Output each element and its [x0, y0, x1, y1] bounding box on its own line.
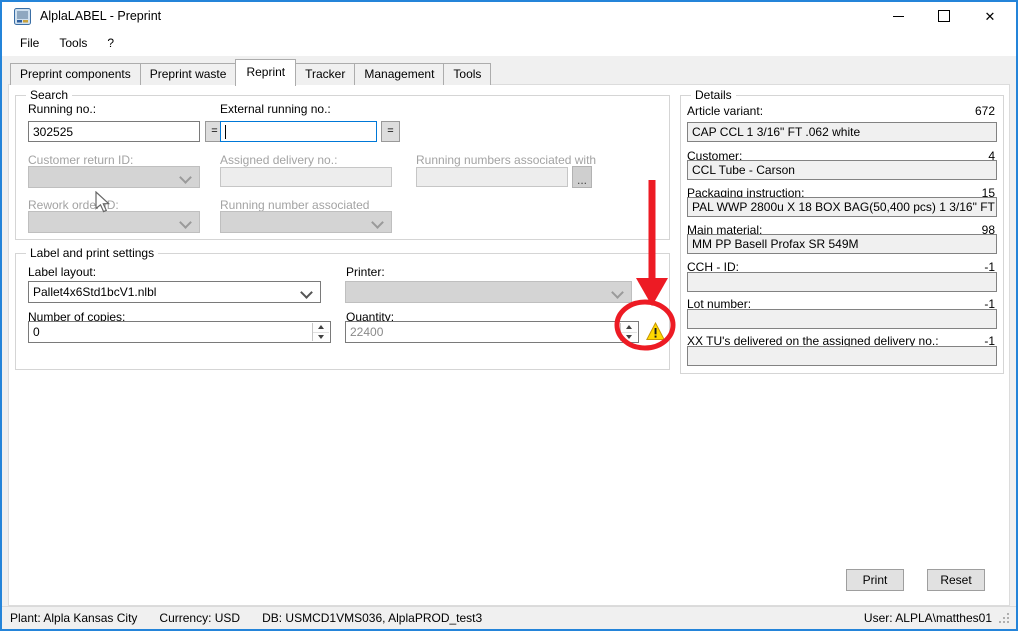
tus-delivered-value — [687, 346, 997, 366]
minimize-icon — [893, 16, 904, 17]
title-bar: AlplaLABEL - Preprint — [2, 2, 1016, 30]
close-button[interactable]: ✕ — [967, 2, 1013, 30]
reset-button[interactable]: Reset — [927, 569, 985, 591]
customer-return-id-combobox[interactable] — [28, 166, 200, 188]
resize-grip-icon[interactable] — [998, 612, 1010, 624]
running-no-input-box — [28, 121, 200, 142]
number-of-copies-stepper — [28, 321, 331, 343]
assigned-delivery-no-label: Assigned delivery no.: — [220, 153, 337, 167]
assigned-delivery-no-input[interactable] — [221, 168, 391, 186]
spinner-down-icon[interactable] — [621, 332, 637, 342]
cch-id-value — [687, 272, 997, 292]
printer-label: Printer: — [346, 265, 385, 279]
print-button[interactable]: Print — [846, 569, 904, 591]
label-layout-value: Pallet4x6Std1bcV1.nlbl — [33, 285, 156, 299]
customer-value: CCL Tube - Carson — [687, 160, 997, 180]
maximize-button[interactable] — [921, 2, 967, 30]
chevron-down-icon — [371, 216, 384, 229]
status-user: User: ALPLA\matthes01 — [864, 611, 992, 625]
minimize-button[interactable] — [875, 2, 921, 30]
menu-bar: File Tools ? — [2, 30, 1016, 56]
warning-icon — [646, 322, 665, 341]
menu-tools[interactable]: Tools — [49, 32, 97, 54]
lot-number-value — [687, 309, 997, 329]
running-number-associated-combobox[interactable] — [220, 211, 392, 233]
external-running-no-input-box — [220, 121, 377, 142]
search-group: Search Running no.: = External running n… — [15, 95, 670, 240]
tab-tracker[interactable]: Tracker — [295, 63, 355, 85]
customer-return-id-label: Customer return ID: — [28, 153, 133, 167]
tab-preprint-components[interactable]: Preprint components — [10, 63, 141, 85]
details-group-title: Details — [691, 88, 736, 102]
tab-strip: Preprint components Preprint waste Repri… — [10, 60, 490, 85]
running-numbers-associated-with-input[interactable] — [417, 168, 567, 186]
spinner-up-icon[interactable] — [621, 323, 637, 332]
quantity-stepper — [345, 321, 639, 343]
assigned-delivery-no-input-box — [220, 167, 392, 187]
packaging-instruction-value: PAL WWP 2800u X 18 BOX BAG(50,400 pcs) 1… — [687, 197, 997, 217]
article-variant-value: CAP CCL 1 3/16" FT .062 white — [687, 122, 997, 142]
spinner[interactable] — [312, 323, 329, 341]
spinner-up-icon[interactable] — [313, 323, 329, 332]
status-left: Plant: Alpla Kansas City Currency: USD DB:… — [10, 611, 504, 625]
tab-reprint[interactable]: Reprint — [235, 59, 296, 86]
label-print-settings-title: Label and print settings — [26, 246, 158, 260]
text-caret — [225, 125, 226, 139]
status-bar: Plant: Alpla Kansas City Currency: USD DB:… — [2, 606, 1016, 629]
tab-management[interactable]: Management — [354, 63, 444, 85]
external-running-no-equals-button[interactable]: = — [381, 121, 400, 142]
tab-preprint-waste[interactable]: Preprint waste — [140, 63, 237, 85]
maximize-icon — [938, 10, 950, 22]
running-no-label: Running no.: — [28, 102, 96, 116]
rework-order-id-label: Rework order ID: — [28, 198, 119, 212]
chevron-down-icon — [179, 216, 192, 229]
app-icon — [14, 8, 31, 25]
menu-help[interactable]: ? — [97, 32, 124, 54]
rework-order-id-combobox[interactable] — [28, 211, 200, 233]
quantity-input[interactable] — [346, 322, 620, 342]
spinner[interactable] — [620, 323, 637, 341]
browse-button[interactable]: ... — [572, 166, 592, 188]
menu-file[interactable]: File — [10, 32, 49, 54]
running-number-associated-label: Running number associated — [220, 198, 369, 212]
article-variant-number: 672 — [975, 104, 995, 118]
printer-combobox[interactable] — [345, 281, 632, 303]
running-numbers-associated-with-label: Running numbers associated with — [416, 153, 596, 167]
chevron-down-icon — [300, 286, 313, 299]
window-title: AlplaLABEL - Preprint — [40, 2, 161, 30]
number-of-copies-input[interactable] — [29, 322, 312, 342]
chevron-down-icon — [179, 171, 192, 184]
spinner-down-icon[interactable] — [313, 332, 329, 342]
article-variant-label: Article variant: — [687, 104, 763, 118]
running-no-input[interactable] — [29, 122, 199, 141]
label-print-settings-group: Label and print settings Label layout: P… — [15, 253, 670, 370]
close-icon: ✕ — [985, 10, 996, 23]
tab-tools[interactable]: Tools — [443, 63, 491, 85]
label-layout-label: Label layout: — [28, 265, 96, 279]
external-running-no-input[interactable] — [221, 122, 376, 141]
status-db: DB: USMCD1VMS036, AlplaPROD_test3 — [262, 611, 482, 625]
external-running-no-label: External running no.: — [220, 102, 331, 116]
chevron-down-icon — [611, 286, 624, 299]
status-plant: Plant: Alpla Kansas City — [10, 611, 137, 625]
label-layout-combobox[interactable]: Pallet4x6Std1bcV1.nlbl — [28, 281, 321, 303]
details-group: Details Article variant: 672 CAP CCL 1 3… — [680, 95, 1004, 374]
running-numbers-associated-with-input-box — [416, 167, 568, 187]
status-currency: Currency: USD — [159, 611, 240, 625]
main-material-value: MM PP Basell Profax SR 549M — [687, 234, 997, 254]
search-group-title: Search — [26, 88, 72, 102]
